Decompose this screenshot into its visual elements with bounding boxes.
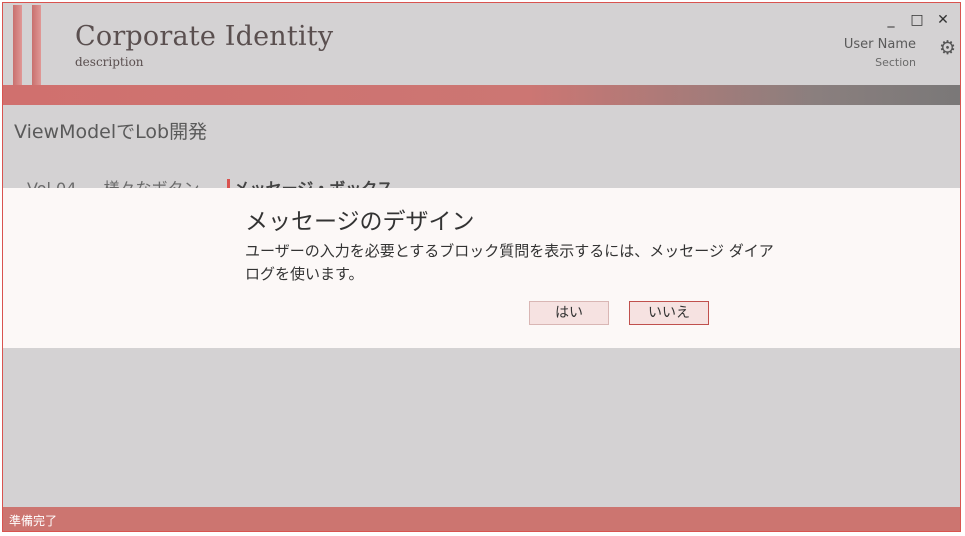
status-text: 準備完了 bbox=[9, 514, 58, 528]
gear-icon[interactable]: ⚙ bbox=[939, 37, 956, 59]
page-title: ViewModelでLob開発 bbox=[14, 121, 208, 143]
minimize-button[interactable]: _ bbox=[882, 11, 900, 29]
user-section: Section bbox=[875, 56, 916, 69]
brand-description: description bbox=[75, 55, 144, 69]
message-dialog: メッセージのデザイン ユーザーの入力を必要とするブロック質問を表示するには、メッ… bbox=[3, 188, 960, 348]
close-button[interactable]: ✕ bbox=[934, 11, 952, 29]
brand-title: Corporate Identity bbox=[75, 21, 334, 52]
logo-mark-left bbox=[13, 5, 22, 85]
logo-mark-right bbox=[32, 5, 41, 85]
dialog-message: ユーザーの入力を必要とするブロック質問を表示するには、メッセージ ダイアログを使… bbox=[245, 242, 774, 283]
status-bar: 準備完了 bbox=[3, 507, 960, 531]
accent-bar bbox=[3, 85, 960, 105]
user-name: User Name bbox=[843, 37, 916, 52]
no-button[interactable]: いいえ bbox=[629, 301, 709, 325]
maximize-button[interactable]: □ bbox=[908, 11, 926, 29]
dialog-title: メッセージのデザイン bbox=[245, 209, 475, 235]
yes-button[interactable]: はい bbox=[529, 301, 609, 325]
app-window: Corporate Identity description _ □ ✕ Use… bbox=[2, 2, 961, 532]
